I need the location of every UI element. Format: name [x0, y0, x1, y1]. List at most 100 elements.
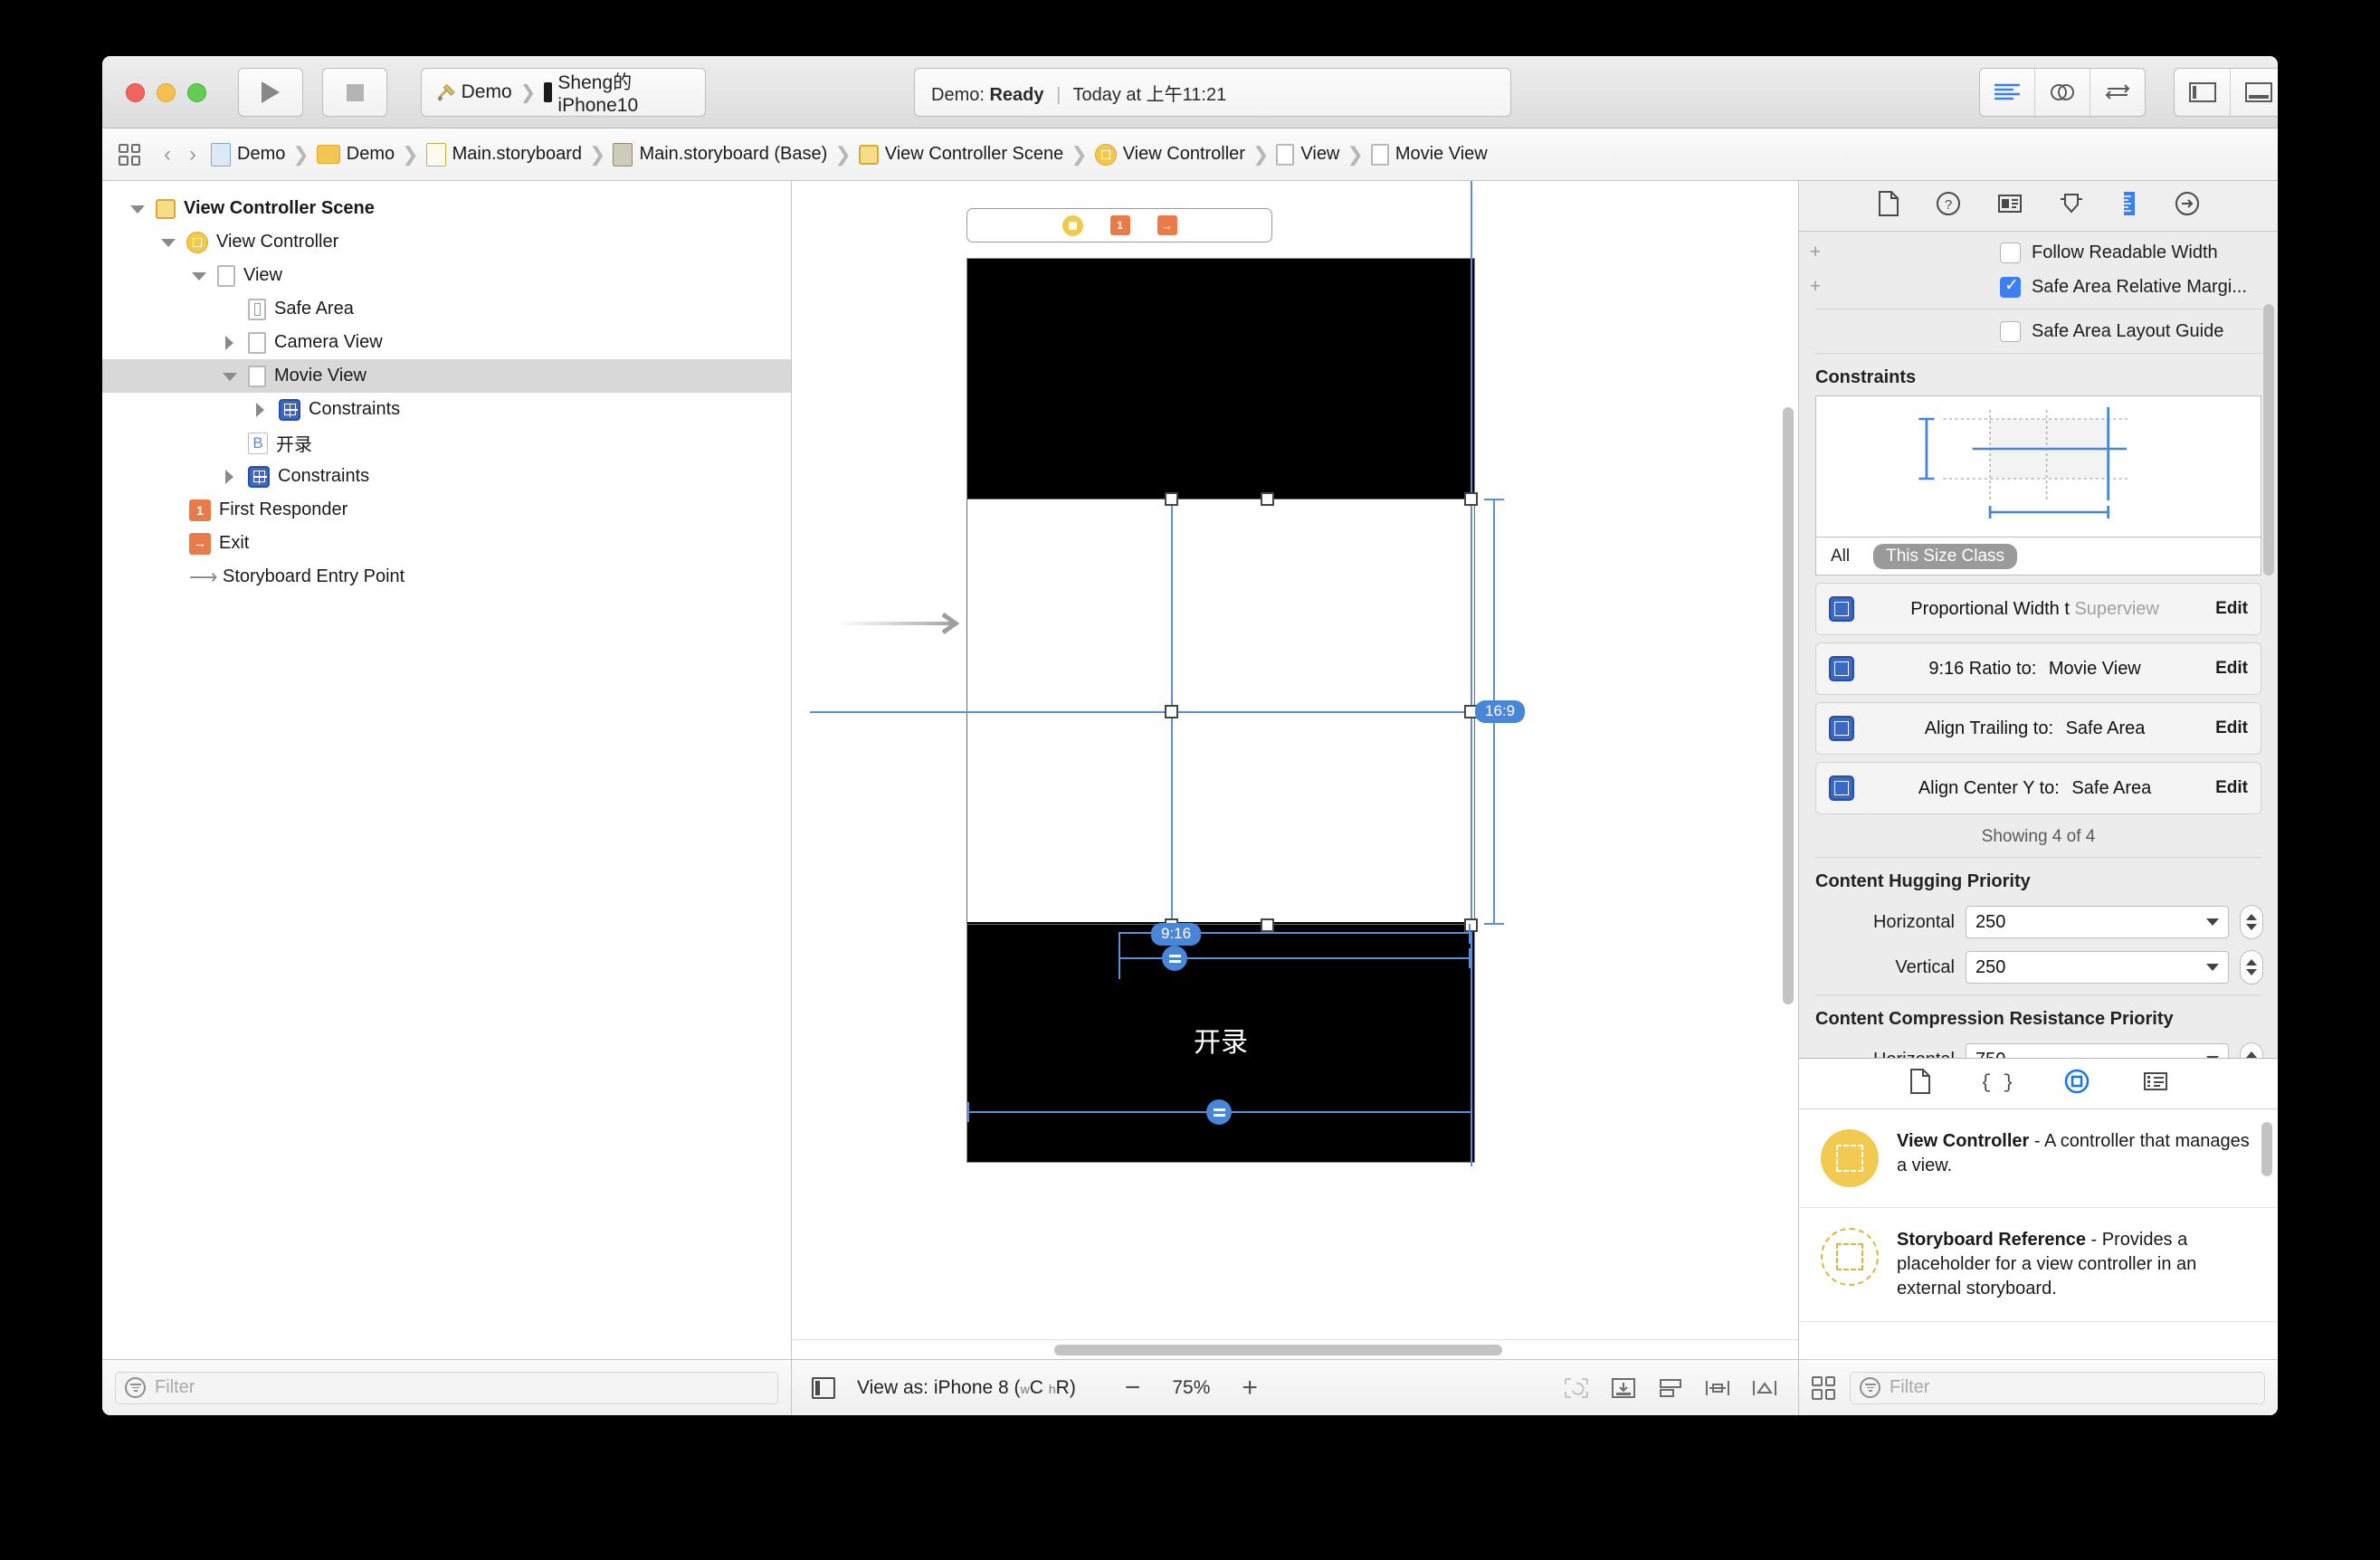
toggle-debug-area-button[interactable]	[2231, 69, 2278, 116]
outline-row-movie-view[interactable]: Movie View	[102, 359, 791, 393]
view-as-label[interactable]: View as: iPhone 8 (wC hR)	[857, 1377, 1076, 1399]
outline-row-constraints-movie[interactable]: Constraints	[102, 393, 791, 426]
breadcrumb-item-storyboard-base[interactable]: Main.storyboard (Base)	[607, 142, 833, 166]
canvas-vertical-scroll-thumb[interactable]	[1783, 407, 1794, 1004]
disclosure-triangle-icon[interactable]	[220, 467, 240, 487]
record-button-label[interactable]: 开录	[967, 1020, 1474, 1060]
hugging-vertical-field[interactable]: 250	[1966, 951, 2229, 984]
storyboard-canvas[interactable]: 1 → 开录 16:9 9:16	[792, 181, 1798, 1359]
toggle-navigator-button[interactable]	[2175, 69, 2232, 116]
constraint-row-proportional-width[interactable]: Proportional Width t Superview Edit	[1815, 583, 2261, 635]
add-variation-plus-icon[interactable]: +	[1806, 276, 1824, 298]
hugging-horizontal-stepper[interactable]	[2240, 905, 2263, 939]
identity-inspector-tab[interactable]	[1996, 192, 2023, 220]
object-library-tab[interactable]	[2062, 1067, 2091, 1100]
activity-status-bar[interactable]: Demo: Ready | Today at 上午11:21	[914, 68, 1511, 117]
standard-editor-button[interactable]	[1980, 69, 2035, 116]
code-snippet-library-tab[interactable]: { }	[1980, 1069, 2014, 1099]
library-item-view-controller[interactable]: View Controller - A controller that mana…	[1799, 1109, 2278, 1208]
embed-in-icon[interactable]	[1610, 1376, 1637, 1400]
disclosure-triangle-icon[interactable]	[220, 333, 240, 353]
hugging-vertical-stepper[interactable]	[2240, 950, 2263, 985]
safe-area-relative-margins-checkbox[interactable]	[2000, 275, 2021, 298]
inspector-scroll-thumb[interactable]	[2263, 304, 2274, 575]
library-item-storyboard-reference[interactable]: Storyboard Reference - Provides a placeh…	[1799, 1208, 2278, 1322]
outline-row-camera-view[interactable]: Camera View	[102, 326, 791, 359]
outline-row-storyboard-entry-point[interactable]: ⟶ Storyboard Entry Point	[102, 560, 791, 594]
center-y-constraint-line[interactable]	[810, 711, 1472, 713]
outline-row-first-responder[interactable]: 1 First Responder	[102, 493, 791, 527]
equal-widths-badge[interactable]	[1162, 946, 1187, 971]
disclosure-triangle-icon[interactable]	[220, 366, 240, 386]
constraint-row-align-trailing[interactable]: Align Trailing to: Safe Area Edit	[1815, 702, 2261, 755]
navigate-forward-button[interactable]: ›	[180, 142, 205, 167]
file-inspector-tab[interactable]	[1877, 190, 1900, 222]
quick-help-tab[interactable]: ?	[1935, 190, 1962, 222]
navigate-back-button[interactable]: ‹	[155, 142, 180, 167]
breadcrumb-item-view-controller[interactable]: View Controller	[1090, 143, 1251, 166]
aspect-ratio-badge-9-16[interactable]: 9:16	[1151, 923, 1202, 946]
breadcrumb-item-movie-view[interactable]: Movie View	[1366, 143, 1493, 166]
edit-constraint-button[interactable]: Edit	[2215, 718, 2248, 738]
disclosure-triangle-icon[interactable]	[251, 400, 271, 420]
minimize-window-button[interactable]	[157, 83, 176, 102]
safe-area-layout-guide-checkbox[interactable]	[2000, 320, 2021, 342]
zoom-window-button[interactable]	[187, 83, 206, 102]
breadcrumb-item-storyboard[interactable]: Main.storyboard	[421, 142, 587, 166]
related-items-icon[interactable]	[119, 143, 140, 166]
compression-horizontal-field[interactable]: 750	[1966, 1043, 2229, 1058]
media-library-tab[interactable]	[2142, 1070, 2169, 1098]
zoom-in-button[interactable]: +	[1242, 1374, 1258, 1402]
outline-row-view-controller[interactable]: View Controller	[102, 225, 791, 259]
trailing-constraint-line[interactable]	[1471, 181, 1472, 1166]
canvas-horizontal-scrollbar[interactable]	[792, 1339, 1798, 1359]
outline-row-view[interactable]: View	[102, 259, 791, 292]
scope-this-size-class-button[interactable]: This Size Class	[1873, 543, 2018, 569]
update-frames-icon[interactable]	[1563, 1376, 1590, 1400]
edit-constraint-button[interactable]: Edit	[2215, 778, 2248, 798]
align-icon[interactable]	[1657, 1376, 1684, 1400]
breadcrumb-item-folder[interactable]: Demo	[311, 144, 400, 165]
view-controller-icon[interactable]	[1061, 214, 1083, 236]
size-inspector-tab[interactable]	[2119, 190, 2139, 222]
edit-constraint-button[interactable]: Edit	[2215, 659, 2248, 679]
outline-row-view-controller-scene[interactable]: View Controller Scene	[102, 192, 791, 225]
stop-button[interactable]	[322, 68, 387, 117]
close-window-button[interactable]	[126, 83, 145, 102]
assistant-editor-button[interactable]	[2035, 69, 2090, 116]
library-grid-icon[interactable]	[1812, 1375, 1835, 1400]
scope-all-button[interactable]: All	[1831, 547, 1850, 566]
constraint-row-aspect-ratio[interactable]: 9:16 Ratio to: Movie View Edit	[1815, 642, 2261, 695]
outline-filter-field[interactable]: Filter	[115, 1371, 778, 1404]
follow-readable-width-checkbox[interactable]	[2000, 242, 2021, 263]
resize-handle-bottom-center[interactable]	[1261, 918, 1274, 932]
library-filter-field[interactable]: Filter	[1850, 1371, 2265, 1404]
outline-row-exit[interactable]: Exit	[102, 527, 791, 560]
toggle-document-outline-icon[interactable]	[812, 1376, 835, 1399]
breadcrumb-item-project[interactable]: Demo	[205, 142, 290, 166]
aspect-ratio-badge-16-9[interactable]: 16:9	[1475, 700, 1526, 723]
outline-row-button[interactable]: B 开录	[102, 426, 791, 460]
disclosure-triangle-icon[interactable]	[189, 266, 209, 286]
breadcrumb-item-view[interactable]: View	[1271, 143, 1345, 166]
file-template-library-tab[interactable]	[1909, 1068, 1932, 1099]
view-controller-scene[interactable]: 1 → 开录 16:9 9:16	[810, 181, 1526, 1166]
constraint-row-align-center-y[interactable]: Align Center Y to: Safe Area Edit	[1815, 762, 2261, 814]
resize-handle-top-right[interactable]	[1464, 492, 1478, 506]
library-object-list[interactable]: View Controller - A controller that mana…	[1799, 1109, 2278, 1359]
connections-inspector-tab[interactable]	[2174, 190, 2201, 222]
resize-handle-middle-left[interactable]	[1165, 705, 1178, 718]
add-variation-plus-icon[interactable]: +	[1806, 242, 1824, 263]
attributes-inspector-tab[interactable]	[2058, 191, 2085, 221]
edit-constraint-button[interactable]: Edit	[2215, 599, 2248, 619]
resize-handle-top-center[interactable]	[1261, 492, 1274, 506]
canvas-horizontal-scroll-thumb[interactable]	[1054, 1345, 1502, 1355]
outline-row-constraints-view[interactable]: Constraints	[102, 460, 791, 493]
zoom-out-button[interactable]: −	[1125, 1374, 1141, 1402]
device-preview[interactable]: 开录 16:9 9:16	[810, 181, 1526, 1166]
disclosure-triangle-icon[interactable]	[158, 233, 178, 252]
library-scroll-thumb[interactable]	[2261, 1122, 2272, 1176]
version-editor-button[interactable]	[2090, 69, 2145, 116]
hugging-horizontal-field[interactable]: 250	[1966, 906, 2229, 938]
canvas-vertical-scrollbar[interactable]	[1778, 181, 1798, 1339]
